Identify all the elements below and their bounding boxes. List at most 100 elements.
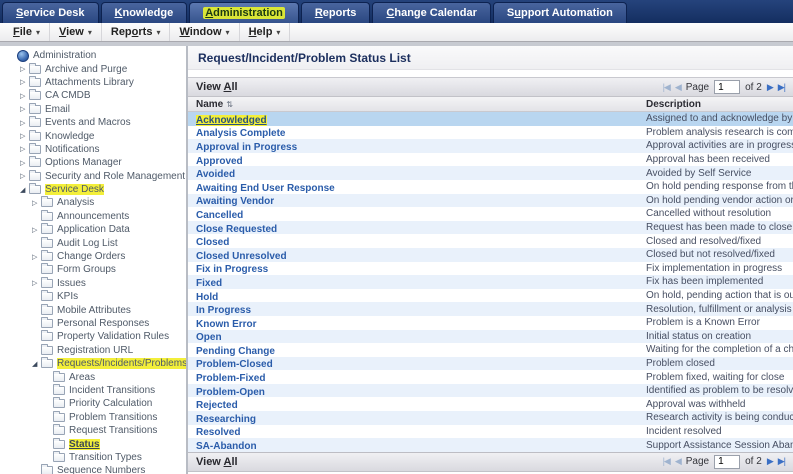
sidebar-item-label: Mobile Attributes [57,305,131,316]
tab-label: Knowledge [115,7,174,19]
menu-file[interactable]: File▾ [4,23,50,41]
expand-icon[interactable]: ▷ [20,132,29,140]
sidebar-item-status[interactable]: Status [4,437,186,450]
expand-icon[interactable]: ▷ [20,78,29,86]
sidebar-item-problem-transitions[interactable]: Problem Transitions [4,411,186,424]
tab-support-automation[interactable]: Support Automation [493,2,627,23]
sidebar-item-email[interactable]: ▷Email [4,103,186,116]
tab-knowledge[interactable]: Knowledge [101,2,188,23]
sidebar-item-transition-types[interactable]: Transition Types [4,451,186,464]
expand-icon[interactable]: ▷ [32,253,41,261]
sidebar-item-analysis[interactable]: ▷ Analysis [4,196,186,209]
expand-icon[interactable]: ▷ [20,92,29,100]
dropdown-arrow-icon: ▾ [88,28,92,37]
sidebar-item-request-transitions[interactable]: Request Transitions [4,424,186,437]
sidebar-item-label: Sequence Numbers [57,465,145,474]
sidebar-item-application-data[interactable]: ▷Application Data [4,223,186,236]
expand-icon[interactable]: ▷ [32,226,41,234]
expand-icon[interactable]: ▷ [32,279,41,287]
sort-icon[interactable]: ⇅ [226,100,233,109]
menu-label: Window [179,26,221,38]
collapse-icon[interactable]: ◢ [20,186,29,194]
folder-icon [53,386,65,395]
last-page-button[interactable]: ▶| [778,456,785,467]
expand-icon[interactable]: ▷ [20,172,29,180]
sidebar-item-priority-calculation[interactable]: Priority Calculation [4,397,186,410]
folder-icon [41,225,53,234]
tab-service-desk[interactable]: Service Desk [2,2,99,23]
sidebar-item-registration-url[interactable]: Registration URL [4,344,186,357]
sidebar-item-requests-incidents-problems[interactable]: ◢ Requests/Incidents/Problems [4,357,186,370]
tab-change-calendar[interactable]: Change Calendar [372,2,490,23]
sidebar-item-sequence-numbers[interactable]: Sequence Numbers [4,464,186,474]
column-header-name-label: Name [196,99,223,110]
sidebar-item-property-validation-rules[interactable]: Property Validation Rules [4,330,186,343]
prev-page-button[interactable]: ◀ [675,456,681,467]
expand-icon[interactable]: ▷ [20,119,29,127]
sidebar-item-kpis[interactable]: KPIs [4,290,186,303]
dropdown-arrow-icon: ▾ [156,28,160,37]
folder-icon [41,332,53,341]
sidebar-item-form-groups[interactable]: Form Groups [4,263,186,276]
expand-icon[interactable]: ▷ [32,199,41,207]
workspace: Administration▷Archive and Purge▷Attachm… [0,46,793,474]
menu-view[interactable]: View▾ [50,23,102,41]
menu-help[interactable]: Help▾ [240,23,291,41]
expand-icon[interactable]: ▷ [20,65,29,73]
sidebar-item-options-manager[interactable]: ▷Options Manager [4,156,186,169]
next-page-button[interactable]: ▶ [767,456,773,467]
view-all-link-bottom[interactable]: View All [196,456,238,468]
status-link-sa-abandon[interactable]: SA-Abandon [196,441,257,452]
sidebar-item-security-and-role-management[interactable]: ▷Security and Role Management [4,170,186,183]
sidebar-item-label: Announcements [57,211,129,222]
sidebar-item-areas[interactable]: Areas [4,370,186,383]
menu-reports[interactable]: Reports▾ [102,23,171,41]
sidebar-item-change-orders[interactable]: ▷Change Orders [4,250,186,263]
next-page-button[interactable]: ▶ [767,82,773,93]
status-description-cell: Identified as problem to be resolved [646,385,793,396]
sidebar-item-incident-transitions[interactable]: Incident Transitions [4,384,186,397]
menu-window[interactable]: Window▾ [170,23,239,41]
sidebar-item-events-and-macros[interactable]: ▷ Events and Macros [4,116,186,129]
view-all-link[interactable]: View All [196,81,238,93]
sidebar-item-label: Events and Macros [45,117,131,128]
sidebar-item-label: Analysis [57,197,94,208]
first-page-button[interactable]: |◀ [663,456,670,467]
column-header-description[interactable]: Description [646,99,793,110]
sidebar-item-notifications[interactable]: ▷Notifications [4,143,186,156]
sidebar-item-archive-and-purge[interactable]: ▷Archive and Purge [4,62,186,75]
status-description-cell: Problem closed [646,358,793,369]
column-header-name[interactable]: Name ⇅ [188,99,646,110]
collapse-icon[interactable]: ◢ [32,360,41,368]
last-page-button[interactable]: ▶| [778,82,785,93]
sidebar-item-issues[interactable]: ▷Issues [4,277,186,290]
tab-reports[interactable]: Reports [301,2,371,23]
sidebar-item-service-desk[interactable]: ◢Service Desk [4,183,186,196]
sidebar-item-label: Requests/Incidents/Problems [57,358,187,369]
sidebar-item-label: Personal Responses [57,318,149,329]
folder-icon [41,346,53,355]
sidebar-item-audit-log-list[interactable]: Audit Log List [4,236,186,249]
menu-bar: File▾View▾Reports▾Window▾Help▾ [0,23,793,42]
page-number-input[interactable] [714,80,740,94]
sidebar-item-label: Registration URL [57,345,133,356]
sidebar-item-label: Priority Calculation [69,398,152,409]
expand-icon[interactable]: ▷ [20,145,29,153]
status-description-cell: Problem fixed, waiting for close [646,372,793,383]
sidebar-item-attachments-library[interactable]: ▷Attachments Library [4,76,186,89]
page-number-input[interactable] [714,455,740,469]
status-description-cell: Request has been made to close [646,222,793,233]
status-description-cell: Closed but not resolved/fixed [646,249,793,260]
expand-icon[interactable]: ▷ [20,159,29,167]
sidebar-item-announcements[interactable]: Announcements [4,210,186,223]
first-page-button[interactable]: |◀ [663,82,670,93]
sidebar-item-mobile-attributes[interactable]: Mobile Attributes [4,303,186,316]
sidebar-item-personal-responses[interactable]: Personal Responses [4,317,186,330]
prev-page-button[interactable]: ◀ [675,82,681,93]
panel-title-bar: Request/Incident/Problem Status List [188,46,793,70]
sidebar-item-knowledge[interactable]: ▷Knowledge [4,129,186,142]
tab-administration[interactable]: Administration [189,2,299,23]
sidebar-item-ca-cmdb[interactable]: ▷CA CMDB [4,89,186,102]
expand-icon[interactable]: ▷ [20,105,29,113]
sidebar-item-administration[interactable]: Administration [4,49,186,62]
